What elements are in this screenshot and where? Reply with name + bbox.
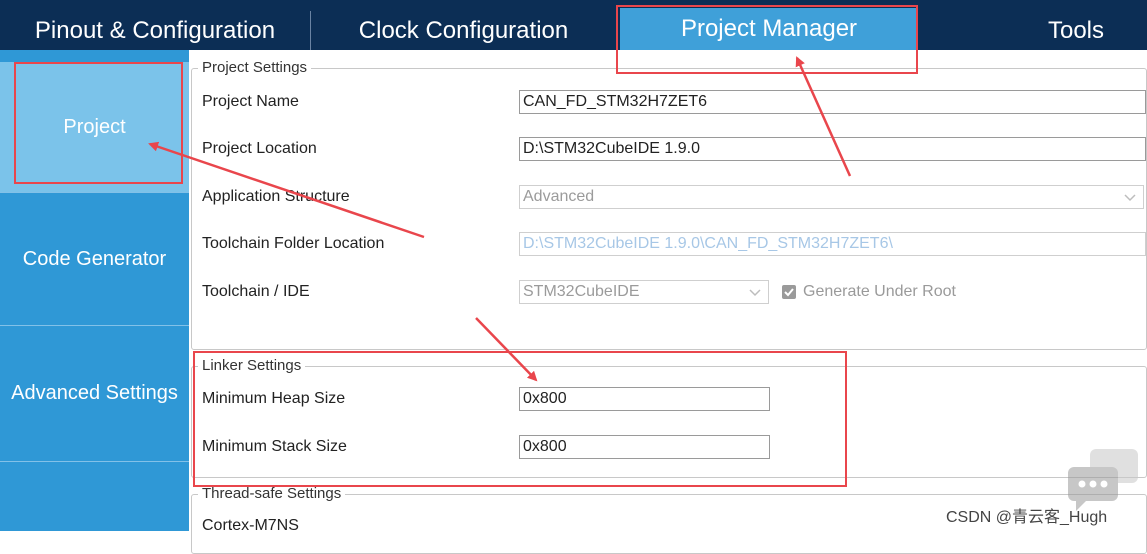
top-tab-bar: Pinout & Configuration Clock Configurati… [0,0,1147,50]
watermark-text: CSDN @青云客_Hugh [946,509,1108,526]
sidebar-item-project[interactable]: Project [0,62,189,193]
min-heap-value: 0x800 [523,390,567,407]
chevron-down-icon [1124,194,1136,202]
min-heap-input[interactable]: 0x800 [519,387,770,411]
chat-bubble-icon [1068,449,1138,511]
sidebar-item-label: Code Generator [22,247,167,270]
project-name-input[interactable]: CAN_FD_STM32H7ZET6 [519,90,1146,114]
thread-safe-core-label: Cortex-M7NS [202,517,299,534]
sidebar-item-label: Advanced Settings [11,382,178,404]
toolchain-ide-select[interactable]: STM32CubeIDE [519,280,769,304]
linker-settings-group: Linker Settings [191,357,1147,478]
tab-project-manager[interactable]: Project Manager [620,8,918,50]
sidebar-item-advanced-settings[interactable]: Advanced Settings [0,326,189,462]
application-structure-value: Advanced [523,188,595,205]
checkmark-icon [784,288,794,297]
tab-label: Pinout & Configuration [34,16,276,44]
application-structure-select[interactable]: Advanced [519,185,1144,209]
tab-tools[interactable]: Tools [1005,11,1147,50]
tab-clock-configuration[interactable]: Clock Configuration [311,11,617,50]
tab-label: Tools [1047,16,1105,44]
toolchain-folder-value: D:\STM32CubeIDE 1.9.0\CAN_FD_STM32H7ZET6… [523,235,893,252]
project-location-value: D:\STM32CubeIDE 1.9.0 [523,140,700,157]
project-name-label: Project Name [202,93,299,110]
toolchain-folder-input: D:\STM32CubeIDE 1.9.0\CAN_FD_STM32H7ZET6… [519,232,1146,256]
project-location-input[interactable]: D:\STM32CubeIDE 1.9.0 [519,137,1146,161]
generate-under-root-label: Generate Under Root [803,283,956,300]
toolchain-ide-value: STM32CubeIDE [523,283,640,300]
generate-under-root-checkbox[interactable] [782,285,796,299]
sidebar-item-code-generator[interactable]: Code Generator [0,193,189,326]
tab-label: Clock Configuration [358,16,569,44]
application-structure-label: Application Structure [202,188,350,205]
min-stack-value: 0x800 [523,438,567,455]
project-location-label: Project Location [202,140,317,157]
group-title: Thread-safe Settings [198,485,346,502]
min-heap-label: Minimum Heap Size [202,390,346,407]
sidebar: Project Code Generator Advanced Settings [0,50,189,531]
toolchain-folder-label: Toolchain Folder Location [202,235,385,252]
sidebar-item-label: Project [63,115,126,138]
group-title: Project Settings [198,59,312,76]
group-title: Linker Settings [198,357,306,374]
toolchain-ide-label: Toolchain / IDE [202,283,310,300]
chevron-down-icon [749,289,761,297]
tab-pinout-configuration[interactable]: Pinout & Configuration [0,11,311,50]
min-stack-label: Minimum Stack Size [202,438,347,455]
tab-label: Project Manager [680,15,858,42]
min-stack-input[interactable]: 0x800 [519,435,770,459]
project-name-value: CAN_FD_STM32H7ZET6 [523,93,708,110]
